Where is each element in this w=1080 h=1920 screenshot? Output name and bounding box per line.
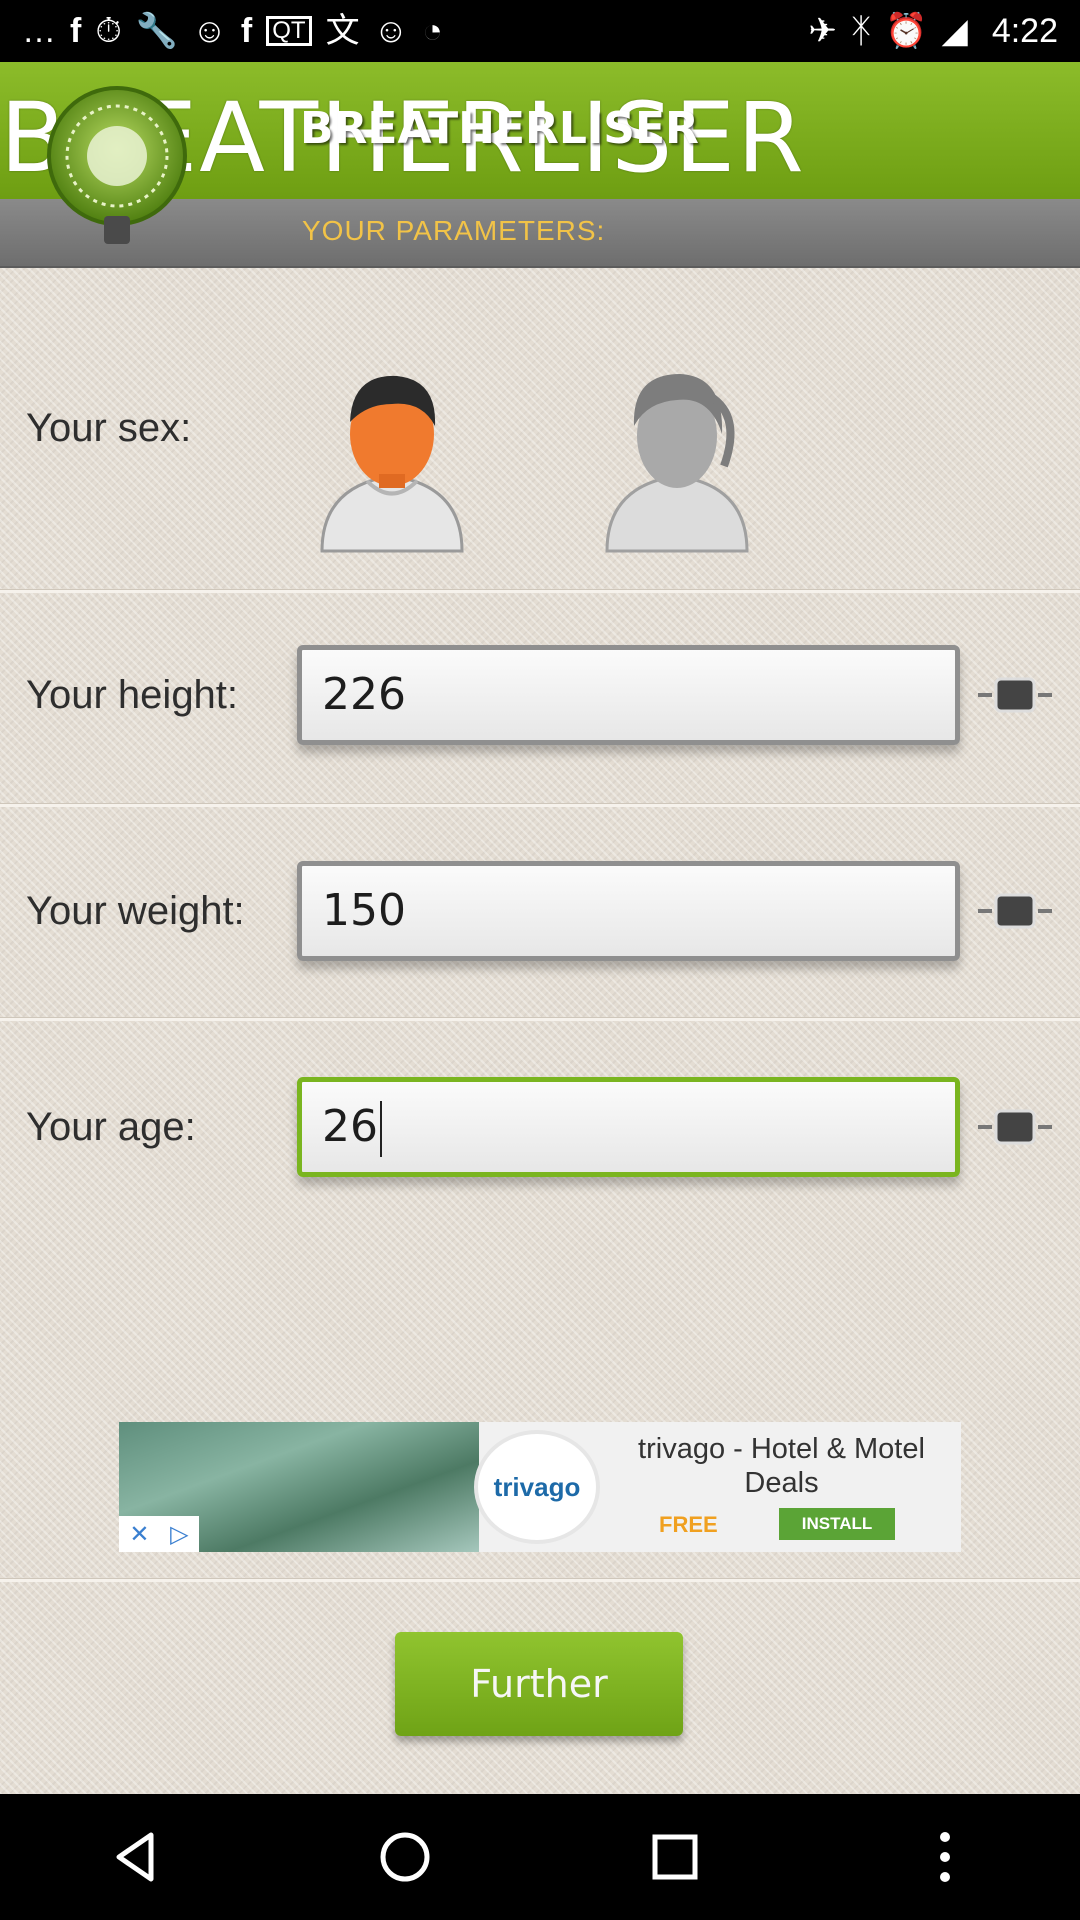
age-slider-handle-icon[interactable]: [978, 1107, 1052, 1147]
alarm-icon: ⏰: [885, 12, 928, 50]
stopwatch-icon: ◔: [422, 12, 443, 50]
wrench-icon: 🔧: [135, 12, 179, 50]
ad-title: trivago - Hotel & Motel Deals: [638, 1433, 925, 1499]
smiley-icon: ☺: [373, 12, 409, 50]
back-button[interactable]: [80, 1802, 190, 1912]
height-slider-handle-icon[interactable]: [978, 675, 1052, 715]
text-caret: [380, 1101, 382, 1157]
weight-value: 150: [322, 885, 406, 936]
overflow-menu-button[interactable]: [890, 1802, 1000, 1912]
recents-icon: [652, 1834, 698, 1880]
timer-icon: ⏱: [95, 12, 122, 50]
trivago-logo: trivago: [474, 1430, 600, 1544]
qt-icon: QT: [266, 16, 312, 46]
status-bar: … f ⏱ 🔧 ☺ f QT 文 ☺ ◔ ✈ ᛡ ⏰ ◢ 4:22: [0, 0, 1080, 62]
weight-label: Your weight:: [26, 889, 245, 933]
age-value: 26: [322, 1101, 378, 1152]
recents-button[interactable]: [620, 1802, 730, 1912]
weight-row: Your weight: 150: [0, 807, 1080, 1017]
ad-choices-icon[interactable]: ▷: [170, 1520, 188, 1548]
parameters-label: YOUR PARAMETERS:: [302, 215, 606, 246]
height-label: Your height:: [26, 673, 239, 717]
bluetooth-icon: ᛡ: [850, 12, 872, 50]
translate-icon: 文: [325, 12, 360, 50]
age-input[interactable]: 26: [297, 1077, 960, 1177]
more-icon: …: [22, 12, 56, 50]
female-avatar-icon[interactable]: [592, 356, 762, 556]
ad-install-button[interactable]: INSTALL: [779, 1508, 895, 1540]
system-icons: ✈ ᛡ ⏰ ◢ 4:22: [808, 12, 1058, 51]
breathalyzer-logo-icon: [47, 86, 187, 244]
row-divider: [0, 1578, 1080, 1582]
navigation-bar: [0, 1794, 1080, 1920]
ad-price: FREE: [659, 1512, 718, 1537]
height-value: 226: [322, 669, 406, 720]
weight-slider-handle-icon[interactable]: [978, 891, 1052, 931]
facebook-icon: f: [70, 12, 82, 50]
further-button[interactable]: Further: [395, 1632, 683, 1736]
male-avatar-icon[interactable]: [307, 356, 477, 556]
back-icon: [116, 1832, 154, 1882]
close-icon[interactable]: ✕: [129, 1520, 149, 1548]
age-row: Your age: 26: [0, 1021, 1080, 1221]
gps-fake-icon: ✈: [808, 12, 837, 50]
page-title: BREATHERLISER: [300, 103, 699, 154]
weight-input[interactable]: 150: [297, 861, 960, 961]
app-screen: BREATHERLISER BREATHERLISER YOUR PARAMET…: [0, 62, 1080, 1794]
smiley-icon: ☺: [192, 12, 227, 50]
clock: 4:22: [991, 11, 1058, 50]
home-icon: [380, 1832, 430, 1882]
notification-icons: … f ⏱ 🔧 ☺ f QT 文 ☺ ◔: [22, 14, 443, 48]
facebook-icon: f: [240, 12, 253, 50]
height-input[interactable]: 226: [297, 645, 960, 745]
sex-label: Your sex:: [26, 406, 192, 450]
sex-row: Your sex:: [0, 266, 1080, 589]
age-label: Your age:: [26, 1105, 196, 1149]
signal-icon: ◢: [941, 12, 968, 50]
more-vert-icon: [940, 1832, 950, 1882]
home-button[interactable]: [350, 1802, 460, 1912]
height-row: Your height: 226: [0, 593, 1080, 803]
ad-choices[interactable]: ✕ ▷: [119, 1516, 199, 1552]
ad-banner[interactable]: ✕ ▷ trivago trivago - Hotel & Motel Deal…: [119, 1422, 961, 1552]
